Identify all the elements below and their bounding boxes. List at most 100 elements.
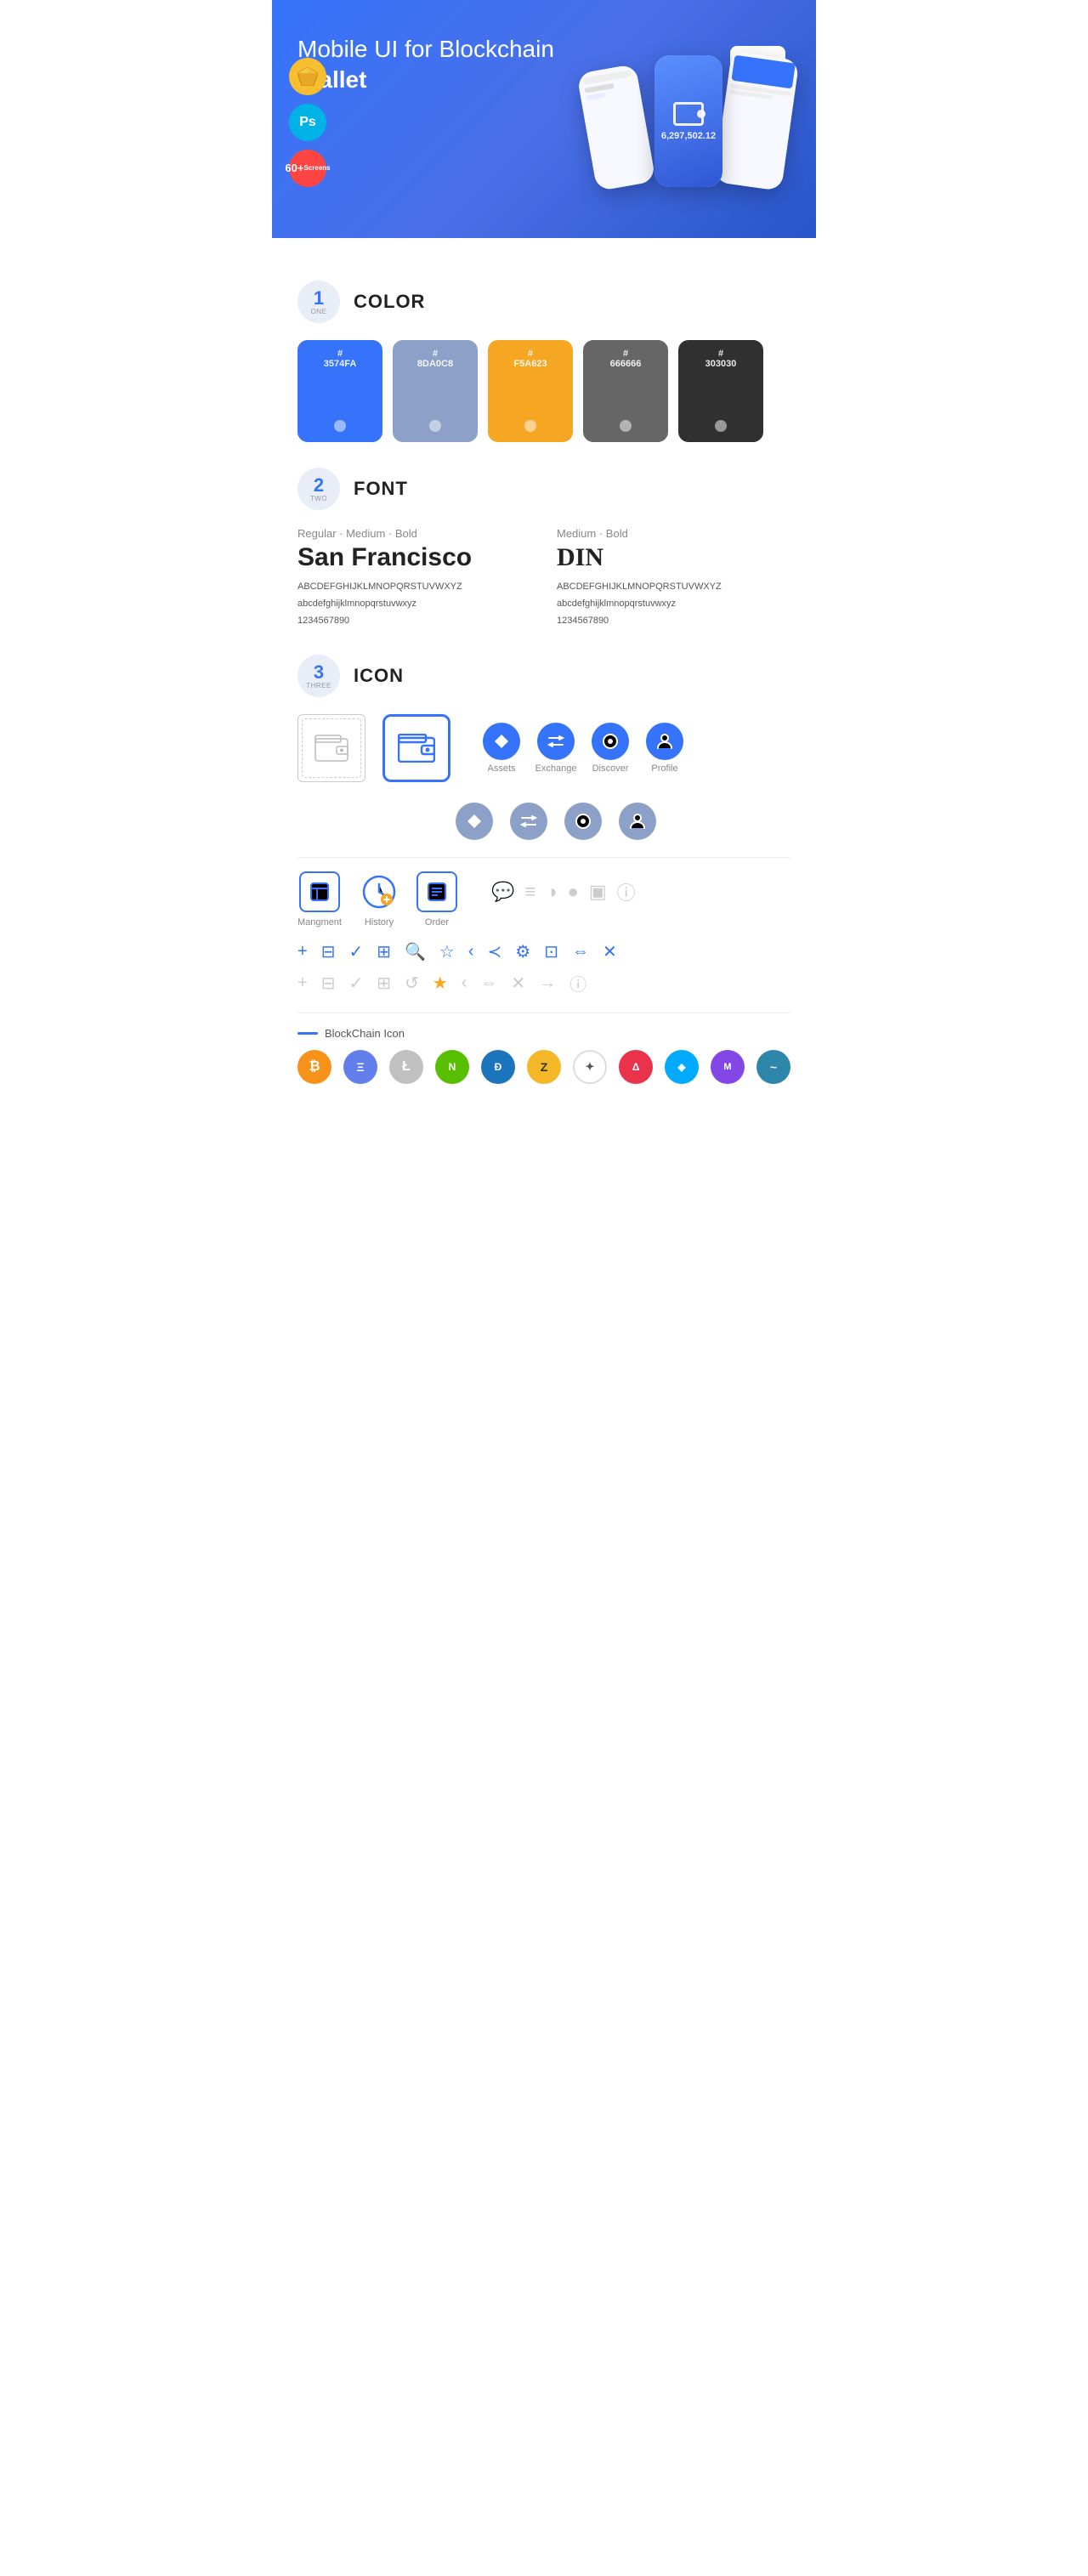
color-swatches-container: #3574FA #8DA0C8 #F5A623 #666666 #303030 bbox=[298, 340, 790, 442]
main-content: 1 ONE COLOR #3574FA #8DA0C8 #F5A623 #666… bbox=[272, 238, 816, 1126]
font-din-nums: 1234567890 bbox=[557, 613, 790, 630]
icon-chat: 💬 bbox=[491, 881, 514, 903]
font-sf-nums: 1234567890 bbox=[298, 613, 531, 630]
font-sf-lower: abcdefghijklmnopqrstuvwxyz bbox=[298, 596, 531, 613]
icon-star-orange: ★ bbox=[433, 973, 448, 994]
color-swatch-blue: #3574FA bbox=[298, 340, 382, 442]
font-section-num: 2 TWO bbox=[298, 468, 340, 510]
icon-order: Order bbox=[416, 871, 457, 928]
icon-check-gray: ✓ bbox=[348, 973, 363, 994]
icon-section-header: 3 THREE ICON bbox=[298, 655, 790, 697]
hero-section: Mobile UI for Blockchain Wallet Ps 60+Sc… bbox=[272, 0, 816, 238]
icon-discover-gray-circle bbox=[564, 803, 602, 840]
font-section-title: FONT bbox=[354, 478, 408, 500]
font-din-lower: abcdefghijklmnopqrstuvwxyz bbox=[557, 596, 790, 613]
font-sf-label: Regular · Medium · Bold bbox=[298, 527, 531, 540]
icon-blue-wallet bbox=[382, 714, 450, 782]
icon-circle-group: Assets Exchange Discover bbox=[478, 723, 688, 774]
icon-exchange: Exchange bbox=[532, 723, 580, 774]
badge-sketch bbox=[289, 58, 326, 95]
color-section-num: 1 ONE bbox=[298, 281, 340, 323]
icon-upload: ⊡ bbox=[544, 941, 558, 962]
icon-section-num: 3 THREE bbox=[298, 655, 340, 697]
icon-info-gray: ⓘ bbox=[570, 971, 586, 996]
icon-swap: ⇔ bbox=[572, 942, 589, 962]
icon-mid-row: Mangment History Order bbox=[298, 871, 790, 928]
icon-section-title: ICON bbox=[354, 665, 404, 687]
icon-assets-gray-circle bbox=[456, 803, 493, 840]
crypto-ltc: Ł bbox=[389, 1050, 423, 1084]
font-section-header: 2 TWO FONT bbox=[298, 468, 790, 510]
icon-doc-edit-gray: ⊟ bbox=[321, 973, 336, 994]
icon-discover-gray bbox=[559, 803, 607, 840]
font-din: Medium · Bold DIN ABCDEFGHIJKLMNOPQRSTUV… bbox=[557, 527, 790, 629]
color-section-title: COLOR bbox=[354, 291, 425, 313]
icon-tools-gray-row: + ⊟ ✓ ⊞ ↺ ★ ‹ ⇔ ✕ → ⓘ bbox=[298, 971, 790, 996]
crypto-icons-row: ₿ Ξ Ł N Ð Z ✦ Δ ◈ M ~ bbox=[298, 1050, 790, 1084]
icon-exchange-circle bbox=[537, 723, 575, 760]
icon-exchange-gray bbox=[505, 803, 552, 840]
icon-layers: ≡ bbox=[524, 881, 536, 903]
phone-mockup-2: 6,297,502.12 bbox=[654, 55, 722, 187]
icon-discover-circle bbox=[592, 723, 629, 760]
color-swatch-gray: #666666 bbox=[583, 340, 668, 442]
crypto-iota: ✦ bbox=[573, 1050, 607, 1084]
icon-plus: + bbox=[298, 942, 308, 962]
icon-doc-edit: ⊟ bbox=[321, 941, 336, 962]
icon-speech: ▣ bbox=[589, 881, 607, 903]
color-dot-blue bbox=[334, 420, 346, 432]
hero-badges: Ps 60+Screens bbox=[289, 58, 326, 187]
color-swatch-grayblue: #8DA0C8 bbox=[393, 340, 478, 442]
icon-close: ✕ bbox=[603, 941, 617, 962]
icon-share: ≺ bbox=[488, 941, 502, 962]
icon-wireframe-wallet bbox=[298, 714, 366, 782]
icon-profile-gray-circle bbox=[619, 803, 656, 840]
crypto-zcash: Z bbox=[527, 1050, 561, 1084]
color-section-header: 1 ONE COLOR bbox=[298, 281, 790, 323]
icon-history: History bbox=[359, 871, 400, 928]
phone-mockup-1 bbox=[576, 64, 655, 191]
icon-section-content: Assets Exchange Discover bbox=[298, 714, 790, 1084]
font-sf-upper: ABCDEFGHIJKLMNOPQRSTUVWXYZ bbox=[298, 579, 531, 596]
icon-moon: ◑ bbox=[546, 881, 557, 903]
phone-mockup-3 bbox=[714, 51, 800, 191]
icon-plus-gray: + bbox=[298, 973, 308, 993]
font-din-name: DIN bbox=[557, 543, 790, 572]
icon-profile: Profile bbox=[641, 723, 688, 774]
icon-management: Mangment bbox=[298, 871, 342, 928]
font-sf: Regular · Medium · Bold San Francisco AB… bbox=[298, 527, 531, 629]
icon-back: ‹ bbox=[468, 942, 474, 962]
icon-close-gray: ✕ bbox=[511, 973, 525, 994]
icon-order-box bbox=[416, 871, 457, 912]
badge-screens: 60+Screens bbox=[289, 150, 326, 187]
crypto-ark: Δ bbox=[619, 1050, 653, 1084]
crypto-matic: M bbox=[711, 1050, 745, 1084]
icon-circle-fill: ● bbox=[568, 881, 579, 903]
icon-gray-row bbox=[450, 803, 790, 840]
icon-swap-gray: ⇔ bbox=[480, 973, 497, 993]
crypto-dash: Ð bbox=[481, 1050, 515, 1084]
color-swatch-dark: #303030 bbox=[678, 340, 763, 442]
blockchain-label: BlockChain Icon bbox=[298, 1027, 790, 1040]
color-swatch-orange: #F5A623 bbox=[488, 340, 573, 442]
crypto-other: ~ bbox=[756, 1050, 790, 1084]
icon-forward-gray: → bbox=[539, 973, 556, 993]
crypto-eth: Ξ bbox=[343, 1050, 377, 1084]
color-dot-orange bbox=[524, 420, 536, 432]
icon-info: ⓘ bbox=[617, 878, 636, 905]
font-sf-name: San Francisco bbox=[298, 543, 531, 572]
icon-refresh-gray: ↺ bbox=[405, 973, 419, 994]
color-dot-dark bbox=[715, 420, 727, 432]
icon-qr-gray: ⊞ bbox=[377, 973, 391, 994]
icon-star: ☆ bbox=[439, 941, 455, 962]
icon-search: 🔍 bbox=[405, 941, 426, 962]
icon-assets-circle bbox=[483, 723, 520, 760]
icon-qr: ⊞ bbox=[377, 941, 391, 962]
icon-profile-circle bbox=[646, 723, 683, 760]
icon-exchange-gray-circle bbox=[510, 803, 547, 840]
font-din-upper: ABCDEFGHIJKLMNOPQRSTUVWXYZ bbox=[557, 579, 790, 596]
crypto-neo: N bbox=[435, 1050, 469, 1084]
icon-back-gray: ‹ bbox=[462, 973, 468, 993]
icon-large-row: Assets Exchange Discover bbox=[298, 714, 790, 782]
icon-assets: Assets bbox=[478, 723, 525, 774]
